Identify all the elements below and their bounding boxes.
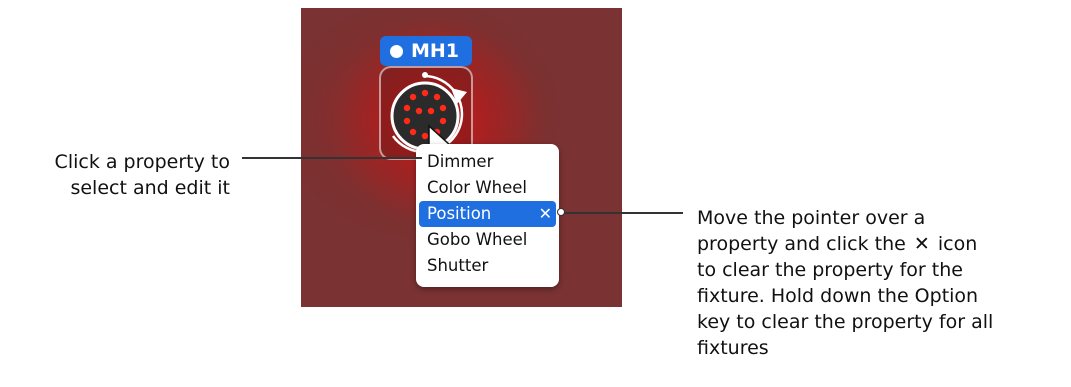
callout-select-property: Click a property to select and edit it — [10, 149, 230, 201]
callout-leader-dot — [557, 208, 565, 216]
menu-item-position-label: Position — [427, 204, 492, 223]
menu-item-dimmer[interactable]: Dimmer — [419, 149, 556, 175]
menu-item-position[interactable]: Position ✕ — [419, 201, 556, 227]
menu-item-gobo-wheel[interactable]: Gobo Wheel — [419, 227, 556, 253]
callout-left-line2: select and edit it — [70, 177, 230, 199]
callout-leader-right — [563, 212, 683, 214]
callout-left-line1: Click a property to — [54, 151, 230, 173]
fixture-name-label: MH1 — [411, 40, 460, 62]
callout-right-line2: property and click the ✕ icon — [697, 231, 1069, 257]
property-menu[interactable]: Dimmer Color Wheel Position ✕ Gobo Wheel… — [416, 144, 559, 287]
callout-right-line1: Move the pointer over a — [697, 207, 926, 229]
callout-right-line6: fixtures — [697, 337, 769, 359]
callout-right-line5: key to clear the property for all — [697, 311, 994, 333]
menu-item-color-wheel[interactable]: Color Wheel — [419, 175, 556, 201]
callout-leader-left — [242, 157, 422, 159]
callout-right-line2-after: icon — [937, 233, 978, 255]
fixture-indicator-dot-icon — [390, 44, 403, 58]
callout-right-line3: to clear the property for the — [697, 259, 963, 281]
clear-x-glyph-icon: ✕ — [913, 233, 930, 255]
fixture-name-badge[interactable]: MH1 — [380, 36, 472, 66]
clear-property-icon[interactable]: ✕ — [539, 201, 552, 227]
callout-right-line4: fixture. Hold down the Option — [697, 285, 979, 307]
callout-right-line2-before: property and click the — [697, 233, 906, 255]
callout-clear-property: Move the pointer over a property and cli… — [697, 205, 1069, 361]
menu-item-shutter[interactable]: Shutter — [419, 253, 556, 279]
rotation-handle-icon — [422, 72, 428, 78]
